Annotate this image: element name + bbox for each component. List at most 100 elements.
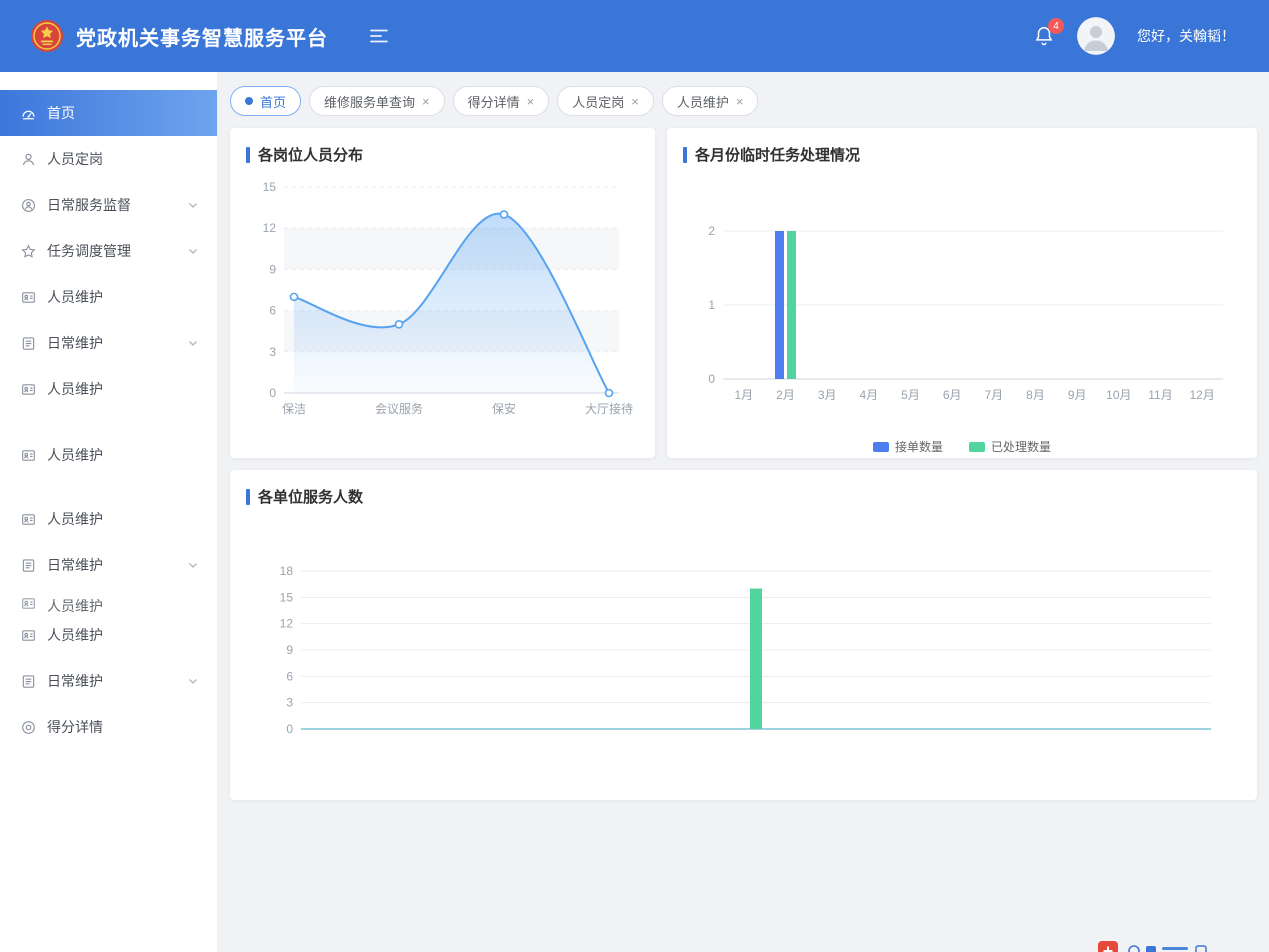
sidebar-item-13[interactable]: 得分详情 — [0, 704, 217, 750]
medal-icon — [20, 720, 36, 735]
svg-text:11月: 11月 — [1148, 388, 1172, 402]
main-content: 首页维修服务单查询×得分详情×人员定岗×人员维护× 各岗位人员分布 036912… — [218, 72, 1269, 952]
svg-text:2月: 2月 — [776, 388, 795, 402]
unit-service-bar-chart: 0369121518 — [246, 515, 1241, 770]
tab-4[interactable]: 人员维护× — [662, 86, 759, 116]
svg-text:18: 18 — [280, 564, 294, 578]
sidebar-item-12[interactable]: 日常维护 — [0, 658, 217, 704]
chart-legend: 接单数量 已处理数量 — [683, 438, 1241, 455]
id-card-icon — [20, 448, 36, 463]
legend-swatch — [969, 442, 985, 452]
sidebar-nav: 首页人员定岗日常服务监督任务调度管理人员维护日常维护人员维护人员维护人员维护日常… — [0, 72, 217, 750]
monthly-tasks-bar-chart: 0121月2月3月4月5月6月7月8月9月10月11月12月 — [683, 173, 1241, 426]
svg-text:12: 12 — [280, 617, 294, 631]
tab-label: 人员定岗 — [572, 92, 624, 111]
chevron-down-icon — [187, 199, 199, 211]
sidebar-item-3[interactable]: 任务调度管理 — [0, 228, 217, 274]
notification-bell-icon[interactable]: 4 — [1033, 25, 1055, 47]
promo-red-icon[interactable] — [1098, 941, 1118, 952]
sidebar-item-11[interactable]: 人员维护 — [0, 612, 217, 658]
chevron-down-icon — [187, 337, 199, 349]
tab-3[interactable]: 人员定岗 × — [557, 86, 654, 116]
app-title: 党政机关事务智慧服务平台 — [76, 22, 328, 51]
svg-text:9月: 9月 — [1068, 388, 1087, 402]
sidebar-item-10[interactable]: 人员维护 — [0, 588, 217, 612]
national-emblem-logo — [30, 19, 64, 53]
card-monthly-tasks: 各月份临时任务处理情况 0121月2月3月4月5月6月7月8月9月10月11月1… — [667, 128, 1257, 458]
star-icon — [20, 244, 36, 259]
tab-2[interactable]: 得分详情 × — [453, 86, 550, 116]
sidebar-item-9[interactable]: 日常维护 — [0, 542, 217, 588]
id-card-icon — [20, 382, 36, 397]
legend-label: 接单数量 — [895, 438, 943, 455]
sidebar-item-5[interactable]: 日常维护 — [0, 320, 217, 366]
svg-text:9: 9 — [286, 643, 293, 657]
svg-text:会议服务: 会议服务 — [375, 401, 423, 416]
tab-1[interactable]: 维修服务单查询 × — [309, 86, 445, 116]
close-icon[interactable]: × — [736, 95, 744, 108]
svg-text:0: 0 — [269, 386, 276, 400]
id-card-icon — [20, 290, 36, 305]
sidebar-item-label: 人员定岗 — [47, 149, 103, 169]
sidebar-item-2[interactable]: 日常服务监督 — [0, 182, 217, 228]
sidebar-item-7[interactable]: 人员维护 — [0, 432, 217, 478]
chart-title: 各单位服务人数 — [258, 486, 363, 507]
card-title: 各岗位人员分布 — [246, 144, 639, 165]
svg-text:3: 3 — [269, 345, 276, 359]
legend-item[interactable]: 接单数量 — [873, 438, 943, 455]
app-header: 党政机关事务智慧服务平台 4 您好，关翰韬！ — [0, 0, 1269, 72]
svg-text:保洁: 保洁 — [282, 402, 306, 416]
tab-label: 得分详情 — [468, 92, 520, 111]
id-card-icon — [20, 512, 36, 527]
supervise-icon — [20, 198, 36, 213]
close-icon[interactable]: × — [422, 95, 430, 108]
chart-title: 各岗位人员分布 — [258, 144, 363, 165]
chevron-down-icon — [187, 675, 199, 687]
sidebar-item-6[interactable]: 人员维护 — [0, 366, 217, 412]
bottom-right-widget[interactable] — [1098, 939, 1246, 952]
position-line-chart: 03691215保洁会议服务保安大厅接待 — [246, 173, 639, 436]
card-position-distribution: 各岗位人员分布 03691215保洁会议服务保安大厅接待 — [230, 128, 655, 458]
card-title: 各单位服务人数 — [246, 486, 1241, 507]
svg-text:0: 0 — [286, 722, 293, 736]
sidebar-item-label: 任务调度管理 — [47, 241, 131, 261]
sidebar-item-label: 首页 — [47, 103, 75, 123]
sidebar-item-8[interactable]: 人员维护 — [0, 496, 217, 542]
sidebar-item-label: 人员维护 — [47, 287, 103, 307]
legend-swatch — [873, 442, 889, 452]
legend-label: 已处理数量 — [991, 438, 1051, 455]
tab-label: 首页 — [260, 92, 286, 111]
svg-text:15: 15 — [263, 180, 277, 194]
svg-text:0: 0 — [708, 372, 715, 386]
sidebar-item-label: 人员维护 — [47, 509, 103, 529]
close-icon[interactable]: × — [631, 95, 639, 108]
list-icon — [20, 336, 36, 351]
sidebar-item-0[interactable]: 首页 — [0, 90, 217, 136]
user-greeting: 您好，关翰韬！ — [1137, 26, 1235, 46]
svg-text:12: 12 — [263, 221, 277, 235]
close-icon[interactable]: × — [527, 95, 535, 108]
promo-blue-icons — [1126, 941, 1246, 952]
user-avatar[interactable] — [1077, 17, 1115, 55]
list-icon — [20, 674, 36, 689]
svg-text:6: 6 — [269, 304, 276, 318]
svg-text:保安: 保安 — [492, 401, 516, 416]
sidebar-item-label: 人员维护 — [47, 596, 103, 612]
tab-bar: 首页维修服务单查询×得分详情×人员定岗×人员维护× — [230, 86, 1257, 116]
svg-text:6: 6 — [286, 669, 293, 683]
sidebar-item-1[interactable]: 人员定岗 — [0, 136, 217, 182]
svg-text:8月: 8月 — [1026, 388, 1045, 402]
sidebar-item-label: 人员维护 — [47, 445, 103, 465]
svg-text:7月: 7月 — [984, 388, 1003, 402]
tab-label: 维修服务单查询 — [324, 92, 415, 111]
sidebar-item-label: 人员维护 — [47, 379, 103, 399]
chart-title: 各月份临时任务处理情况 — [695, 144, 860, 165]
tab-0[interactable]: 首页 — [230, 86, 301, 116]
sidebar-item-label: 日常维护 — [47, 671, 103, 691]
sidebar-item-4[interactable]: 人员维护 — [0, 274, 217, 320]
chevron-down-icon — [187, 245, 199, 257]
collapse-menu-icon[interactable] — [370, 29, 388, 43]
legend-item[interactable]: 已处理数量 — [969, 438, 1051, 455]
svg-text:3: 3 — [286, 696, 293, 710]
sidebar-item-label: 日常维护 — [47, 333, 103, 353]
